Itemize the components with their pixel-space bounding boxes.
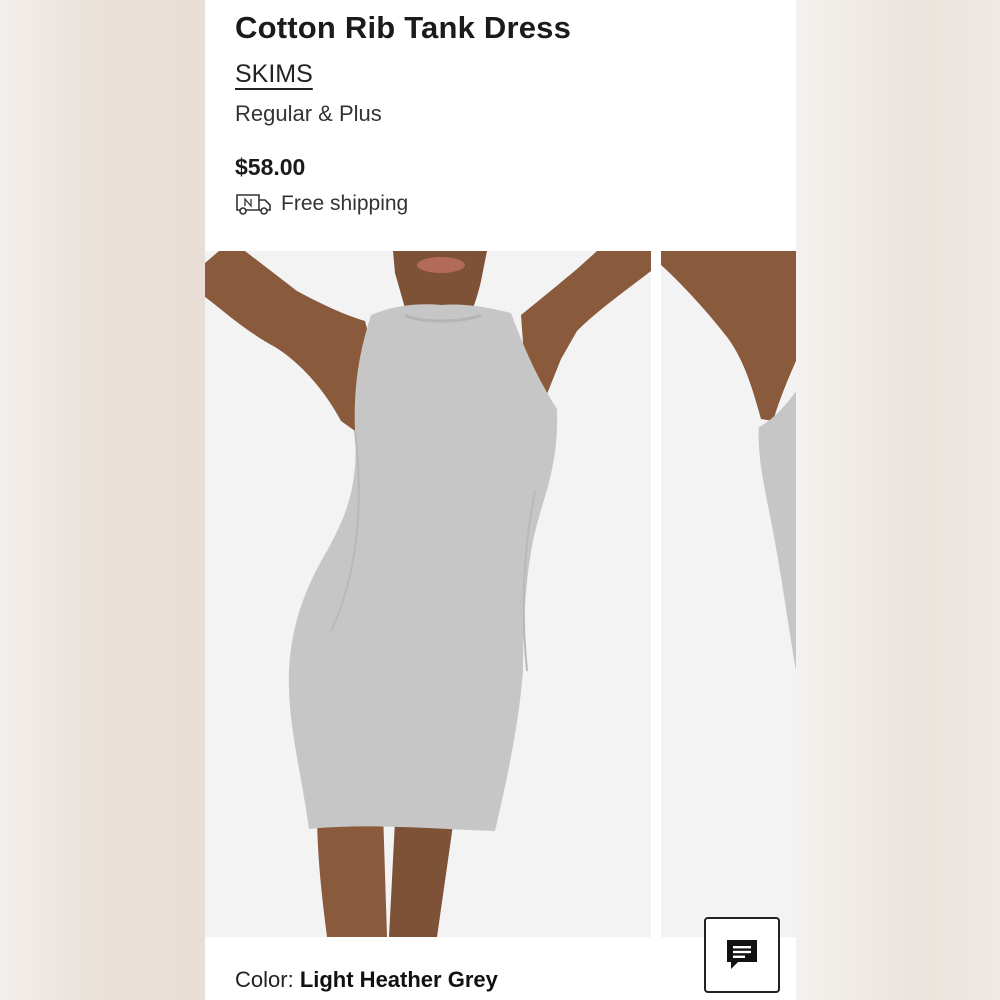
product-title: Cotton Rib Tank Dress <box>235 10 572 45</box>
color-label: Color: <box>235 967 294 992</box>
shipping-info: Free shipping <box>235 190 408 218</box>
size-range: Regular & Plus <box>235 101 382 126</box>
brand-link[interactable]: SKIMS <box>235 60 313 89</box>
delivery-truck-icon <box>236 194 271 215</box>
shipping-text: Free shipping <box>281 192 409 215</box>
product-photo-main[interactable] <box>205 251 651 937</box>
product-price: $58.00 <box>235 154 306 180</box>
product-image-carousel[interactable] <box>205 251 796 937</box>
chat-bubble-icon <box>727 940 757 969</box>
model-in-dress-illustration <box>205 251 651 937</box>
blurred-background-left <box>0 0 205 1000</box>
color-selection: Color: Light Heather Grey <box>235 967 498 993</box>
product-page: Cotton Rib Tank Dress SKIMS Regular & Pl… <box>205 0 796 1000</box>
chat-button[interactable] <box>704 917 780 993</box>
model-side-illustration <box>661 251 796 937</box>
blurred-background-right <box>796 0 1000 1000</box>
product-photo-secondary[interactable] <box>661 251 796 937</box>
color-value: Light Heather Grey <box>299 967 498 992</box>
